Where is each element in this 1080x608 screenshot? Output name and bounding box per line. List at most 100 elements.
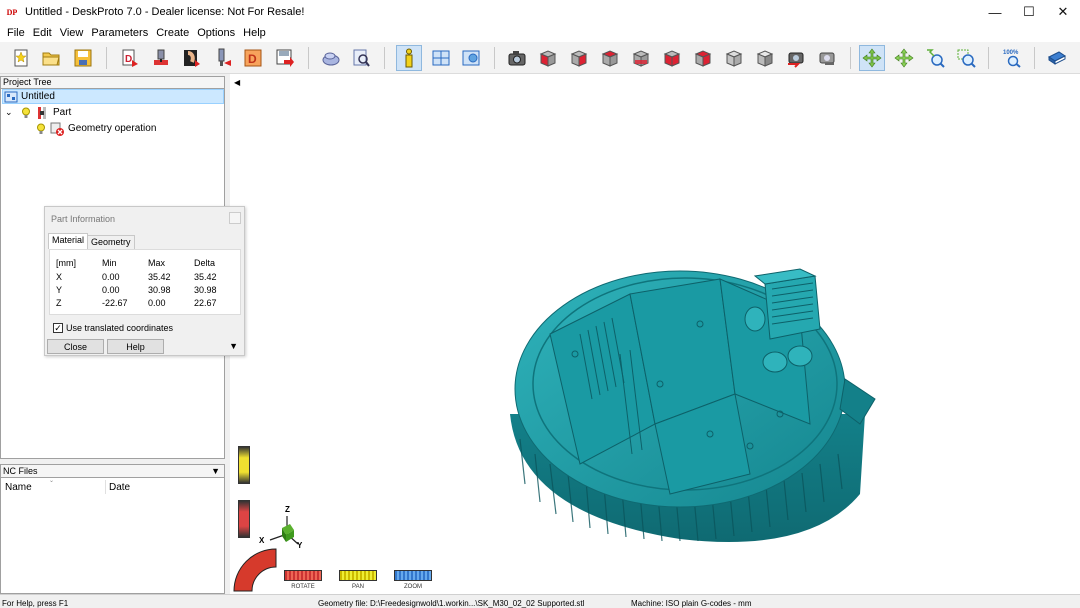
lightbulb-icon[interactable] [36,123,46,135]
menu-file[interactable]: File [3,27,29,39]
drill-button[interactable] [178,45,204,71]
rotate-control[interactable] [284,570,322,581]
cube-view-7-button[interactable] [721,45,747,71]
z-axis-label: Z [285,505,290,514]
rotate-mode-button[interactable] [859,45,885,71]
3d-viewport[interactable]: ◀ Z X Y ROTATE PAN ZOOM [230,74,1080,594]
camera-view-button[interactable] [504,45,530,71]
export-button[interactable] [272,45,298,71]
app-logo-icon: DP [6,7,18,17]
minimize-button[interactable]: — [978,0,1012,24]
d-settings-button[interactable]: D [240,45,266,71]
info-button[interactable] [396,45,422,71]
simulation-button[interactable] [318,45,344,71]
tree-item-geometry-operation[interactable]: Geometry operation [36,121,156,136]
save-project-button[interactable] [70,45,96,71]
tool-icon [218,48,231,66]
menu-options[interactable]: Options [193,27,239,39]
status-bar: For Help, press F1 Geometry file: D:\Fre… [0,594,1080,608]
tab-material[interactable]: Material [48,233,89,249]
cube-view-2-icon [570,50,588,67]
close-window-button[interactable]: ✕ [1046,0,1080,24]
load-geometry-icon: D [122,49,138,67]
rotate-slider[interactable] [238,446,250,484]
cube-view-6-button[interactable] [690,45,716,71]
menu-create[interactable]: Create [152,27,193,39]
load-geometry-button[interactable]: D [117,45,143,71]
svg-text:D: D [125,54,132,65]
cube-view-1-button[interactable] [535,45,561,71]
cube-view-2-button[interactable] [566,45,592,71]
rotate-control-label: ROTATE [291,584,315,590]
nc-files-title: NC Files [3,466,38,476]
row-x-axis: X [56,272,63,282]
view-settings-button[interactable] [458,45,484,71]
tree-geometry-operation-label: Geometry operation [68,123,157,134]
column-header-name[interactable]: Name [5,482,32,493]
maximize-button[interactable]: ☐ [1012,0,1046,24]
cube-view-4-button[interactable] [628,45,654,71]
chevron-down-icon[interactable]: ⌄ [5,107,17,118]
machine-button[interactable] [148,45,174,71]
reset-view-button[interactable] [814,45,840,71]
column-header-date[interactable]: Date [109,482,130,493]
title-bar: DP Untitled - DeskProto 7.0 - Dealer lic… [0,0,1080,24]
cube-view-4-icon [632,50,650,67]
pan-mode-icon [894,48,914,68]
tab-geometry[interactable]: Geometry [87,235,135,249]
zoom-in-button[interactable] [922,45,948,71]
close-button[interactable]: Close [47,339,104,354]
menu-edit[interactable]: Edit [29,27,56,39]
lightbulb-icon[interactable] [21,107,31,119]
table-header-delta: Delta [194,258,216,268]
row-z-max: 0.00 [148,298,166,308]
cube-view-3-button[interactable] [597,45,623,71]
pan-control[interactable] [339,570,377,581]
zoom-control[interactable] [394,570,432,581]
zoom-window-icon [957,49,976,68]
menu-help[interactable]: Help [239,27,270,39]
tool-button[interactable] [210,45,236,71]
zoom-100-button[interactable]: 100% [999,45,1025,71]
new-project-button[interactable] [8,45,34,71]
open-project-button[interactable] [38,45,64,71]
svg-text:D: D [248,52,257,66]
cube-view-5-icon [663,50,681,67]
view-settings-icon [462,50,480,66]
menu-view[interactable]: View [56,27,88,39]
collapse-panel-icon[interactable]: ◀ [234,78,240,87]
help-book-icon [1048,51,1066,65]
part-3d-model [510,268,876,542]
row-x-delta: 35.42 [194,272,217,282]
zoom-control-label: ZOOM [404,584,422,590]
minimize-icon: — [988,4,1002,20]
cube-view-5-button[interactable] [659,45,685,71]
help-book-button[interactable] [1044,45,1070,71]
row-y-delta: 30.98 [194,285,217,295]
pan-mode-button[interactable] [891,45,917,71]
simulation-icon [322,52,340,66]
dropdown-arrow-icon[interactable]: ▼ [211,465,220,477]
tree-item-part[interactable]: ⌄ Part [5,105,71,120]
nc-files-header[interactable]: NC Files ▼ [0,464,225,478]
tree-item-project[interactable]: Untitled [2,89,224,104]
zoom-window-button[interactable] [953,45,979,71]
cube-view-1-icon [539,50,557,67]
window-layout-button[interactable] [428,45,454,71]
translated-coordinates-checkbox[interactable]: ✓ [53,323,63,333]
preview-button[interactable] [348,45,374,71]
rotate-view-button[interactable] [783,45,809,71]
help-button[interactable]: Help [107,339,164,354]
panel-close-button[interactable] [229,212,241,224]
rotate-mode-icon [862,48,882,68]
open-project-icon [42,52,60,66]
menu-parameters[interactable]: Parameters [87,27,152,39]
main-toolbar: D D 100% [0,42,1080,74]
preview-icon [353,49,370,67]
expand-arrow-icon[interactable]: ▼ [229,341,238,351]
rotate-view-icon [788,52,804,68]
cube-view-8-button[interactable] [752,45,778,71]
zoom-slider[interactable] [238,500,250,538]
x-axis-label: X [259,536,265,545]
row-y-max: 30.98 [148,285,171,295]
